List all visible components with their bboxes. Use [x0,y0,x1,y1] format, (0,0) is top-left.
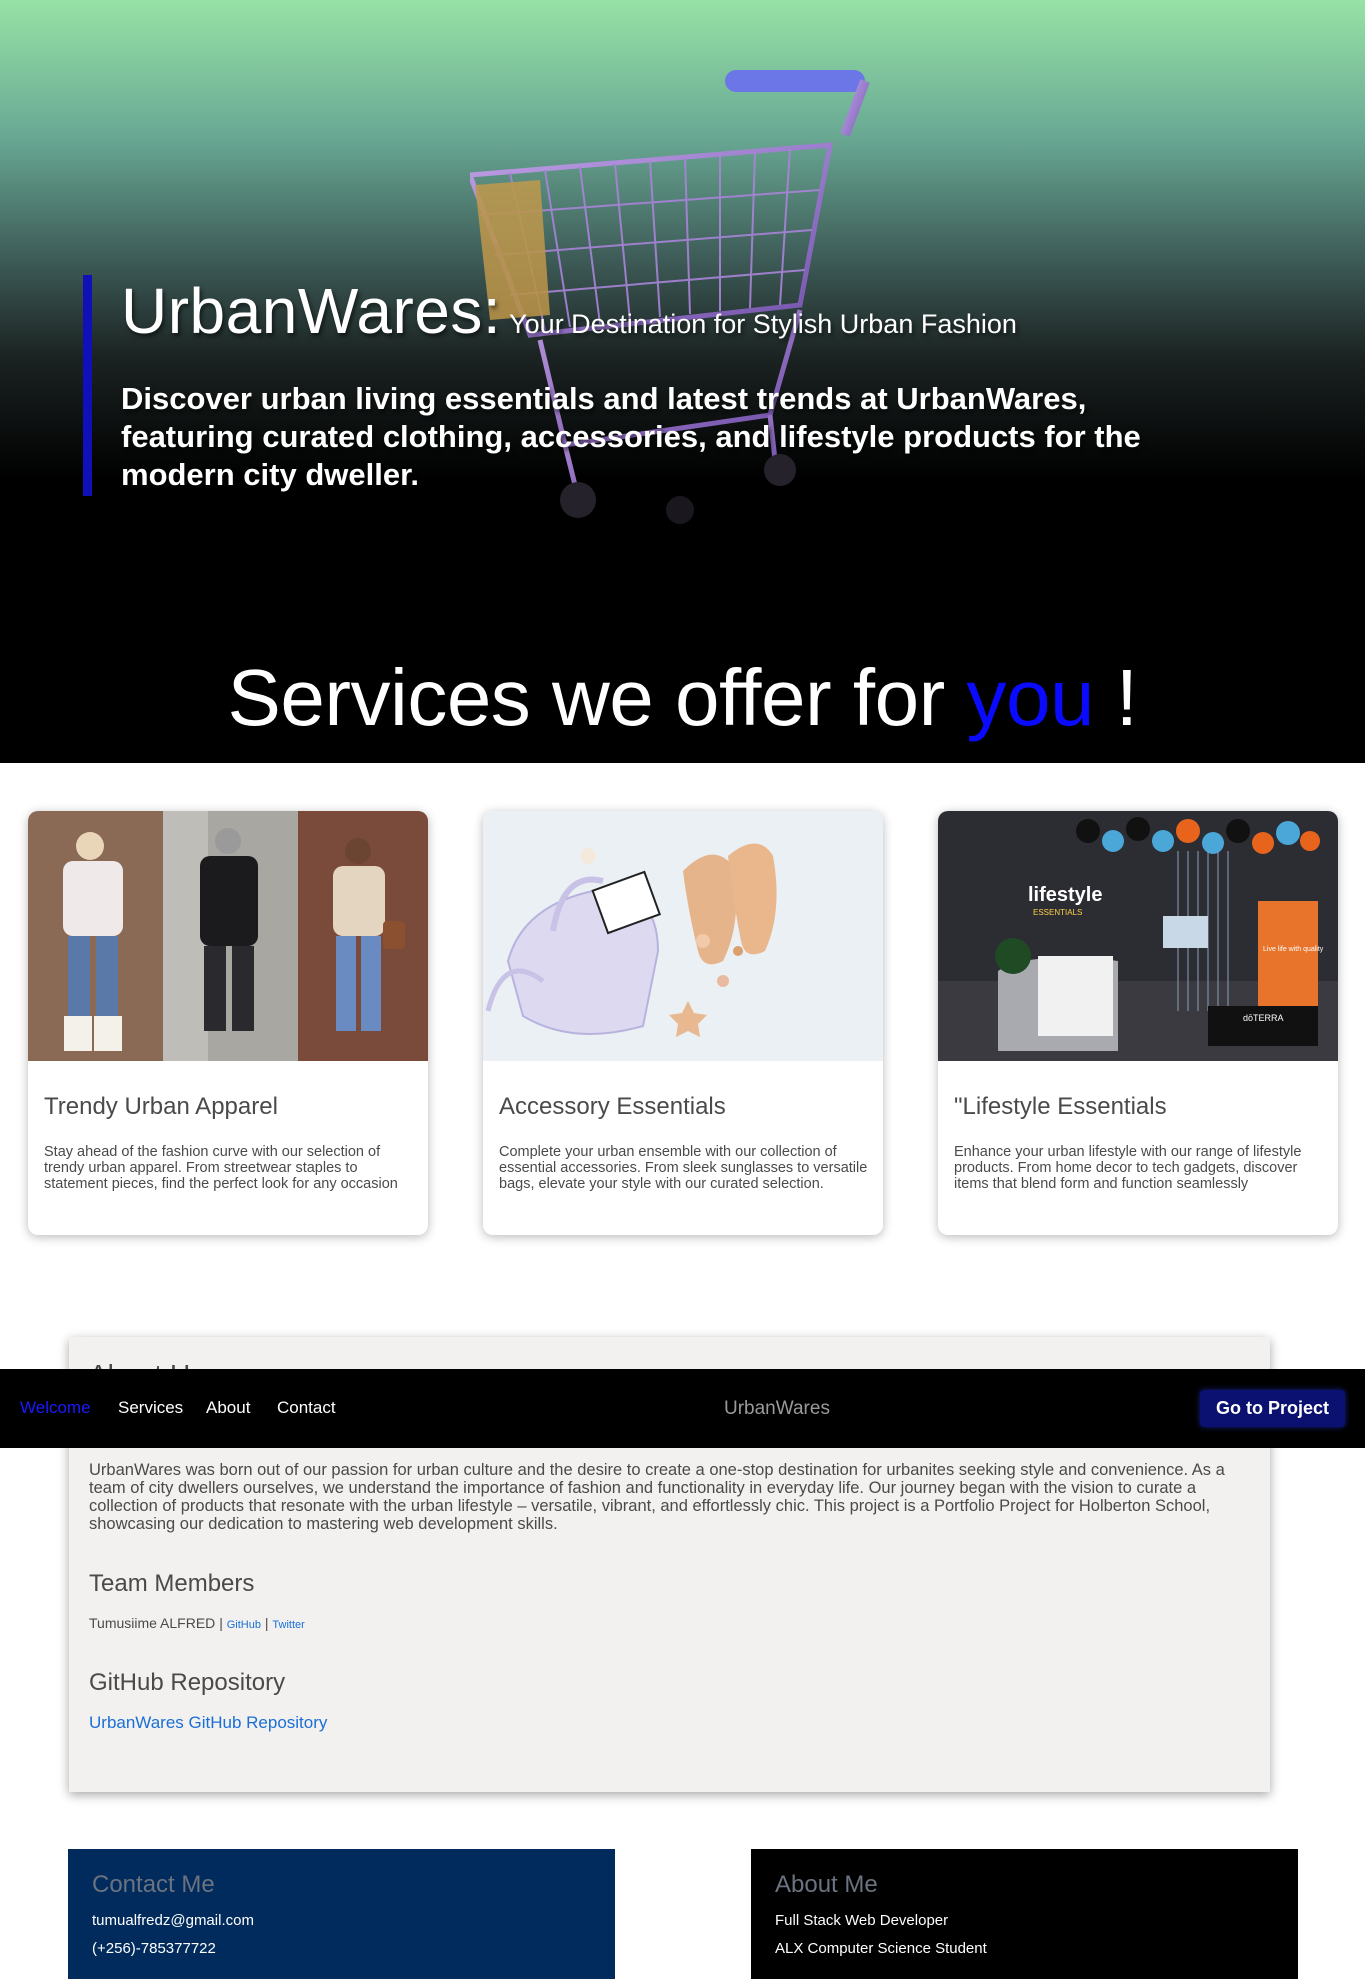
nav-brand[interactable]: UrbanWares [724,1398,830,1420]
service-card-lifestyle: lifestyle ESSENTIALS Live life with qual… [938,811,1338,1235]
go-to-project-button[interactable]: Go to Project [1200,1390,1345,1427]
card-title: Trendy Urban Apparel [44,1093,278,1120]
repo-link[interactable]: UrbanWares GitHub Repository [89,1713,327,1733]
contact-box: Contact Me tumualfredz@gmail.com (+256)-… [68,1849,615,1979]
separator: | [219,1615,223,1631]
services-heading-suffix: ! [1115,653,1138,742]
hero-accent-bar [83,275,92,496]
team-members-title: Team Members [89,1570,255,1597]
hero-title: UrbanWares: Your Destination for Stylish … [121,274,1221,348]
contact-phone: (+256)-785377722 [92,1940,216,1957]
card-text: Enhance your urban lifestyle with our ra… [954,1144,1302,1192]
hero-description: Discover urban living essentials and lat… [121,381,1141,492]
card-text: Complete your urban ensemble with our co… [499,1144,868,1192]
contact-email[interactable]: tumualfredz@gmail.com [92,1912,254,1929]
about-me-education: ALX Computer Science Student [775,1940,987,1957]
repo-title: GitHub Repository [89,1669,286,1696]
card-text: Stay ahead of the fashion curve with our… [44,1144,398,1192]
contact-title: Contact Me [92,1871,215,1898]
store-poster-text: Live life with quality [1263,946,1324,953]
store-brand-text: dōTERRA [1243,1013,1284,1023]
services-heading: Services we offer for you ! [0,648,1365,748]
nav-services[interactable]: Services [118,1398,183,1418]
navbar: Welcome Services About Contact UrbanWare… [0,1369,1365,1448]
about-me-box: About Me Full Stack Web Developer ALX Co… [751,1849,1298,1979]
hero-tagline: Your Destination for Stylish Urban Fashi… [509,309,1017,339]
nav-about[interactable]: About [206,1398,250,1418]
store-sign-subtext: ESSENTIALS [1033,908,1082,917]
hero-section: UrbanWares: Your Destination for Stylish … [0,0,1365,615]
separator: | [264,1615,269,1631]
about-text: UrbanWares was born out of our passion f… [89,1461,1225,1533]
card-title: Accessory Essentials [499,1093,726,1120]
hero-brand-title: UrbanWares: [121,275,502,347]
store-sign-text: lifestyle [1028,884,1102,906]
service-card-accessories: Accessory Essentials Complete your urban… [483,811,883,1235]
member-github-link[interactable]: GitHub [227,1619,261,1631]
member-twitter-link[interactable]: Twitter [272,1619,304,1631]
about-me-role: Full Stack Web Developer [775,1912,949,1929]
nav-welcome[interactable]: Welcome [20,1398,91,1418]
team-member-line: Tumusiime ALFRED | GitHub | Twitter [89,1615,305,1631]
apparel-image [28,811,428,1061]
services-heading-accent: you [966,653,1094,742]
card-title: "Lifestyle Essentials [954,1093,1167,1120]
about-me-title: About Me [775,1871,878,1898]
services-heading-prefix: Services we offer for [227,653,946,742]
member-name: Tumusiime ALFRED [89,1615,216,1631]
nav-contact[interactable]: Contact [277,1398,336,1418]
accessories-image [483,811,883,1061]
lifestyle-store-image: lifestyle ESSENTIALS Live life with qual… [938,811,1338,1061]
service-card-apparel: Trendy Urban Apparel Stay ahead of the f… [28,811,428,1235]
